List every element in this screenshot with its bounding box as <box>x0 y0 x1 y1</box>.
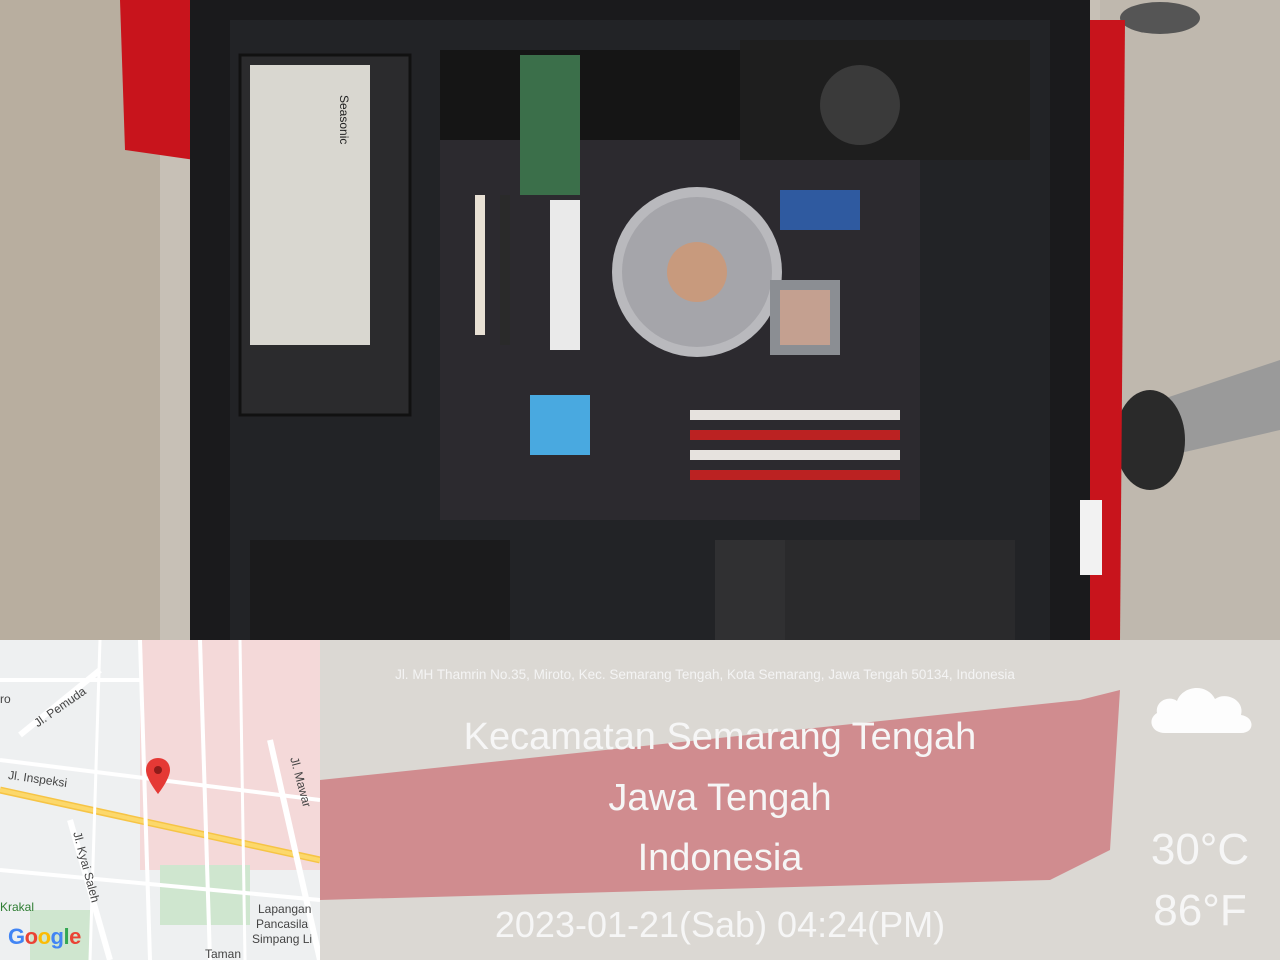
map-label-lapangan: Lapangan <box>258 902 312 916</box>
svg-text:Seasonic: Seasonic <box>337 95 351 144</box>
map-label-simpang: Simpang Li <box>252 932 313 946</box>
map-pin-icon <box>146 758 170 794</box>
map-label-pancasila: Pancasila <box>256 917 309 931</box>
timestamp: 2023-01-21(Sab) 04:24(PM) <box>494 904 946 945</box>
province-line: Jawa Tengah <box>608 777 832 819</box>
location-map[interactable]: Jl. Pemuda Jl. Inspeksi Jl. Mawar Jl. Ky… <box>0 640 320 960</box>
map-label-taman: Taman <box>205 947 242 960</box>
country-line: Indonesia <box>637 837 803 879</box>
temperature-fahrenheit: 86°F <box>1153 886 1247 935</box>
address-line: Jl. MH Thamrin No.35, Miroto, Kec. Semar… <box>395 667 1015 682</box>
map-label-krakal: Krakal <box>0 900 35 914</box>
google-logo: Google <box>8 924 81 949</box>
map-label-ro: ro <box>0 692 11 706</box>
temperature-celsius: 30°C <box>1150 825 1250 874</box>
district-line: Kecamatan Semarang Tengah <box>463 716 977 758</box>
cloud-icon <box>1151 687 1252 733</box>
